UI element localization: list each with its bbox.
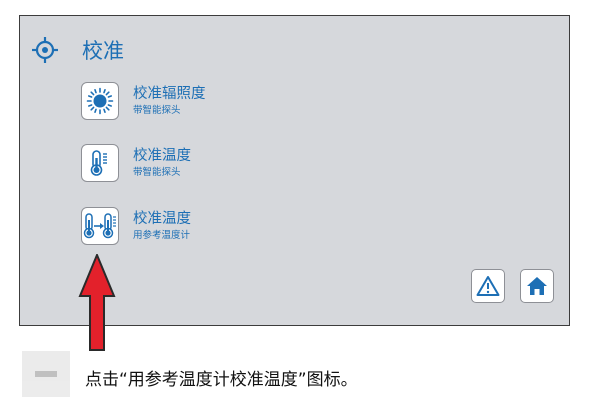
menu-item-subtitle: 用参考温度计 — [133, 230, 191, 241]
reference-thermometer-icon — [83, 213, 116, 239]
sun-icon — [86, 87, 114, 115]
warning-icon — [476, 276, 500, 296]
menu-item-title: 校准温度 — [133, 148, 191, 164]
step-badge — [22, 351, 70, 397]
menu-item-subtitle: 带智能探头 — [133, 167, 181, 178]
calibrate-temperature-probe-button[interactable] — [81, 144, 119, 182]
instruction-caption: 点击“用参考温度计校准温度”图标。 — [85, 370, 358, 390]
page-title: 校准 — [82, 39, 124, 63]
calibrate-temperature-reference-button[interactable] — [81, 207, 119, 245]
menu-item-subtitle: 带智能探头 — [133, 105, 181, 116]
menu-item-title: 校准辐照度 — [133, 86, 206, 102]
menu-item-title: 校准温度 — [133, 211, 191, 227]
red-pointer-arrow — [78, 254, 116, 351]
warning-button[interactable] — [471, 269, 505, 303]
crosshair-icon — [32, 37, 58, 63]
thermometer-icon — [90, 150, 107, 176]
calibrate-irradiance-button[interactable] — [81, 82, 119, 120]
home-button[interactable] — [520, 269, 554, 303]
step-badge-bar — [35, 371, 57, 377]
home-icon — [527, 277, 547, 295]
